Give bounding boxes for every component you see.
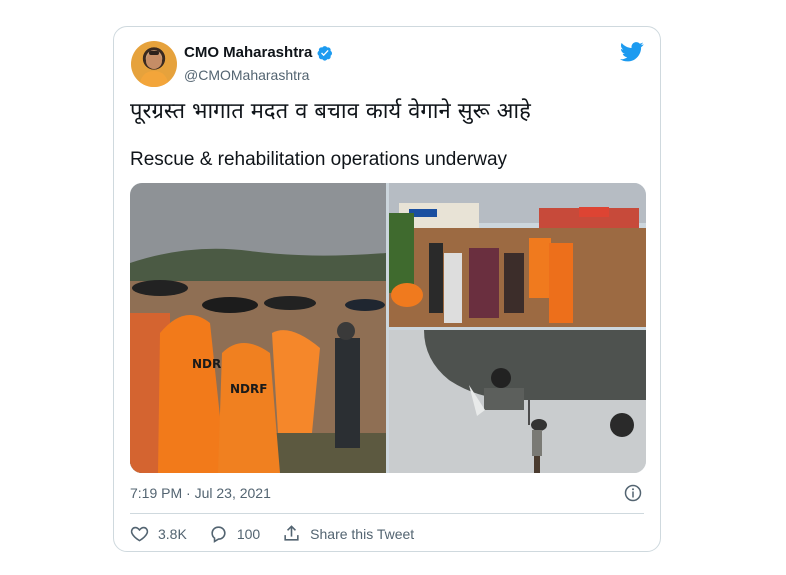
like-button[interactable]: 3.8K [130,524,187,543]
helicopter-winch-rescue-photo[interactable] [389,330,646,473]
handle[interactable]: @CMOMaharashtra [184,67,309,83]
tweet-text-marathi: पूरग्रस्त भागात मदत व बचाव कार्य वेगाने … [130,99,531,124]
like-count: 3.8K [158,525,187,542]
tweet-timestamp[interactable]: 7:19 PM · Jul 23, 2021 [130,485,271,501]
tweet-actions: 3.8K 100 Share this Tweet [130,524,436,543]
divider [130,513,644,514]
share-button[interactable]: Share this Tweet [282,524,414,543]
avatar[interactable] [131,41,177,87]
twitter-bird-icon[interactable] [620,42,644,62]
reply-count: 100 [236,525,261,542]
heart-icon [130,526,149,542]
tweet-card[interactable]: CMO Maharashtra @CMOMaharashtra पूरग्रस्… [113,26,661,552]
info-icon[interactable] [624,484,642,502]
tweet-text-english: Rescue & rehabilitation operations under… [130,149,508,170]
reply-icon [211,526,226,543]
display-name[interactable]: CMO Maharashtra [184,44,312,61]
verified-badge-icon [317,45,333,61]
share-icon [284,525,299,541]
share-label: Share this Tweet [310,525,415,542]
media-grid[interactable]: NDRF NDRF [130,183,646,473]
reply-button[interactable]: 100 [209,524,260,543]
ndrf-badge-2: NDRF [230,382,267,396]
rescue-team-floodwater-photo[interactable]: NDRF NDRF [130,183,386,473]
flooded-street-rescue-photo[interactable] [389,183,646,327]
